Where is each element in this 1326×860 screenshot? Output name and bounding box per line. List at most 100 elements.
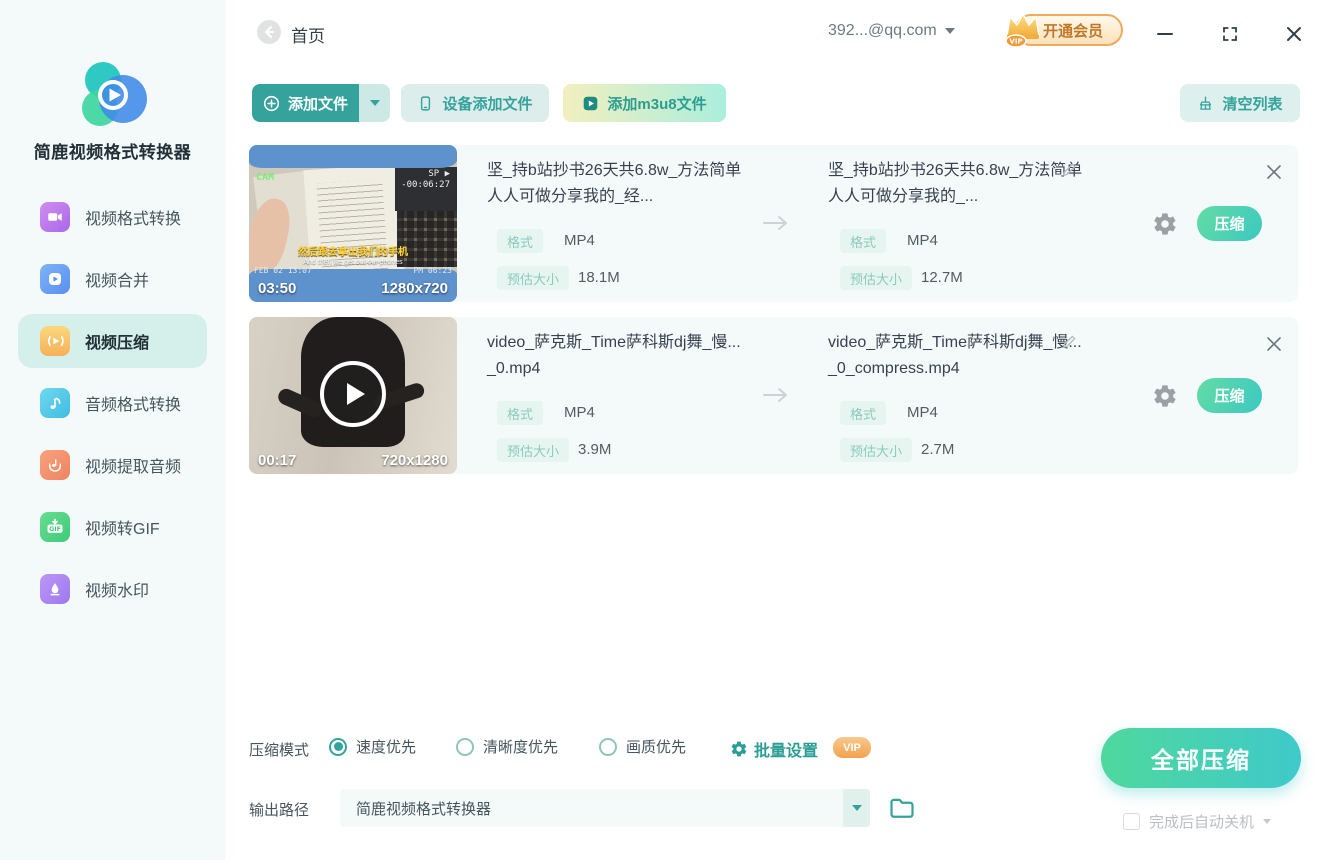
sidebar-item-video-watermark[interactable]: 视频水印 (0, 558, 225, 620)
video-merge-icon (40, 264, 70, 294)
radio-quality-priority[interactable]: 画质优先 (599, 736, 729, 757)
sidebar-item-video-format-convert[interactable]: 视频格式转换 (0, 186, 225, 248)
source-size-value: 18.1M (578, 269, 620, 286)
sidebar-item-label: 视频转GIF (85, 515, 160, 539)
video-resolution: 720x1280 (381, 452, 448, 469)
remove-file-icon[interactable] (1265, 335, 1283, 353)
sidebar-item-label: 视频水印 (85, 577, 149, 601)
compress-all-button[interactable]: 全部压缩 (1101, 728, 1301, 788)
checkbox-icon[interactable] (1123, 813, 1140, 830)
add-m3u8-button[interactable]: 添加m3u8文件 (563, 84, 726, 122)
sidebar-item-label: 视频合并 (85, 267, 149, 291)
maximize-button[interactable] (1218, 22, 1242, 46)
radio-speed-priority[interactable]: 速度优先 (329, 736, 456, 757)
thumbnail-date-overlay: FEB 02 13:07 (254, 266, 312, 275)
radio-icon (329, 738, 347, 756)
vip-crown-icon: VIP (1001, 8, 1045, 54)
chevron-down-icon[interactable] (1263, 819, 1271, 824)
plus-icon (263, 95, 280, 112)
add-m3u8-label: 添加m3u8文件 (607, 93, 706, 114)
edit-filename-icon[interactable] (1061, 333, 1078, 355)
batch-settings-button[interactable]: 批量设置 (730, 737, 818, 761)
account-menu[interactable]: 392...@qq.com (828, 22, 955, 40)
format-badge: 格式 (840, 229, 886, 253)
remove-file-icon[interactable] (1265, 163, 1283, 181)
radio-icon (456, 738, 474, 756)
radio-icon (599, 738, 617, 756)
close-button[interactable] (1282, 22, 1306, 46)
compress-mode-label: 压缩模式 (249, 739, 309, 760)
add-file-button[interactable]: 添加文件 (252, 84, 359, 122)
source-file-title: video_萨克斯_Time萨科斯dj舞_慢..._0.mp4 (487, 330, 745, 382)
sidebar-item-video-to-gif[interactable]: GIF 视频转GIF (0, 496, 225, 558)
play-button-icon[interactable] (320, 361, 386, 427)
add-file-dropdown-button[interactable] (359, 84, 390, 122)
svg-text:VIP: VIP (1009, 38, 1022, 46)
auto-shutdown-toggle[interactable]: 完成后自动关机 (1123, 811, 1271, 832)
device-add-file-button[interactable]: 设备添加文件 (401, 84, 549, 122)
sidebar-item-video-merge[interactable]: 视频合并 (0, 248, 225, 310)
output-file-title: video_萨克斯_Time萨科斯dj舞_慢..._0_compress.mp4 (828, 330, 1086, 382)
thumbnail-time-overlay: PM 06:23 (413, 266, 452, 275)
chevron-down-icon (370, 100, 380, 106)
radio-clarity-priority[interactable]: 清晰度优先 (456, 736, 599, 757)
est-size-badge: 预估大小 (497, 266, 569, 290)
video-thumbnail[interactable]: 00:17 720x1280 (249, 317, 457, 474)
format-badge: 格式 (497, 401, 543, 425)
source-size-value: 3.9M (578, 441, 611, 458)
home-label: 首页 (291, 22, 325, 47)
clear-list-button[interactable]: 清空列表 (1180, 84, 1300, 122)
edit-filename-icon[interactable] (1061, 161, 1078, 183)
output-path-value: 简鹿视频格式转换器 (356, 798, 491, 819)
source-format-value: MP4 (564, 232, 595, 249)
m3u8-file-icon (582, 95, 599, 112)
sidebar-item-video-compress[interactable]: 视频压缩 (18, 314, 207, 368)
source-format-value: MP4 (564, 404, 595, 421)
thumbnail-art (249, 145, 457, 168)
sidebar-item-label: 视频压缩 (85, 329, 149, 353)
file-row: CAM SP ▶ -00:06:27 然后跟去拿出我们的手机 And then … (249, 145, 1298, 302)
output-path-select[interactable]: 简鹿视频格式转换器 (340, 789, 870, 827)
sidebar-item-label: 音频格式转换 (85, 391, 181, 415)
vip-badge: VIP (833, 737, 871, 758)
output-file-title: 坚_持b站抄书26天共6.8w_方法简单人人可做分享我的_... (828, 158, 1086, 210)
sidebar-item-extract-audio[interactable]: 视频提取音频 (0, 434, 225, 496)
compress-button[interactable]: 压缩 (1197, 378, 1262, 413)
thumbnail-subtitle: 然后跟去拿出我们的手机 (249, 243, 457, 258)
video-thumbnail[interactable]: CAM SP ▶ -00:06:27 然后跟去拿出我们的手机 And then … (249, 145, 457, 302)
sidebar-item-label: 视频格式转换 (85, 205, 181, 229)
audio-format-convert-icon (40, 388, 70, 418)
sidebar-nav: 视频格式转换 视频合并 视频压缩 音频格式转换 (0, 186, 225, 620)
sidebar: 简鹿视频格式转换器 视频格式转换 视频合并 视频压缩 (0, 0, 225, 860)
thumbnail-subtitle-en: And then we get out our phones (249, 259, 457, 266)
sidebar-item-audio-format-convert[interactable]: 音频格式转换 (0, 372, 225, 434)
device-add-file-label: 设备添加文件 (442, 93, 532, 114)
clear-list-label: 清空列表 (1222, 93, 1282, 114)
video-format-convert-icon (40, 202, 70, 232)
compress-button[interactable]: 压缩 (1197, 206, 1262, 241)
video-duration: 00:17 (258, 452, 296, 469)
chevron-down-icon[interactable] (843, 789, 870, 827)
account-email: 392...@qq.com (828, 22, 937, 40)
minimize-button[interactable] (1153, 22, 1177, 46)
settings-gear-icon[interactable] (1152, 383, 1178, 409)
open-vip-label: 开通会员 (1043, 20, 1103, 41)
radio-label: 速度优先 (356, 736, 416, 757)
format-badge: 格式 (840, 401, 886, 425)
back-button[interactable] (257, 20, 281, 44)
est-size-badge: 预估大小 (840, 266, 912, 290)
format-badge: 格式 (497, 229, 543, 253)
source-file-title: 坚_持b站抄书26天共6.8w_方法简单人人可做分享我的_经... (487, 158, 745, 210)
broom-icon (1197, 95, 1214, 112)
output-path-label: 输出路径 (249, 799, 309, 820)
open-vip-button[interactable]: VIP 开通会员 (1015, 14, 1123, 46)
video-to-gif-icon: GIF (40, 512, 70, 542)
est-size-badge: 预估大小 (840, 438, 912, 462)
open-folder-icon[interactable] (888, 794, 916, 822)
batch-settings-label: 批量设置 (754, 737, 818, 761)
settings-gear-icon[interactable] (1152, 211, 1178, 237)
sidebar-item-label: 视频提取音频 (85, 453, 181, 477)
output-size-value: 12.7M (921, 269, 963, 286)
file-row: 00:17 720x1280 video_萨克斯_Time萨科斯dj舞_慢...… (249, 317, 1298, 474)
gear-icon (730, 740, 748, 758)
